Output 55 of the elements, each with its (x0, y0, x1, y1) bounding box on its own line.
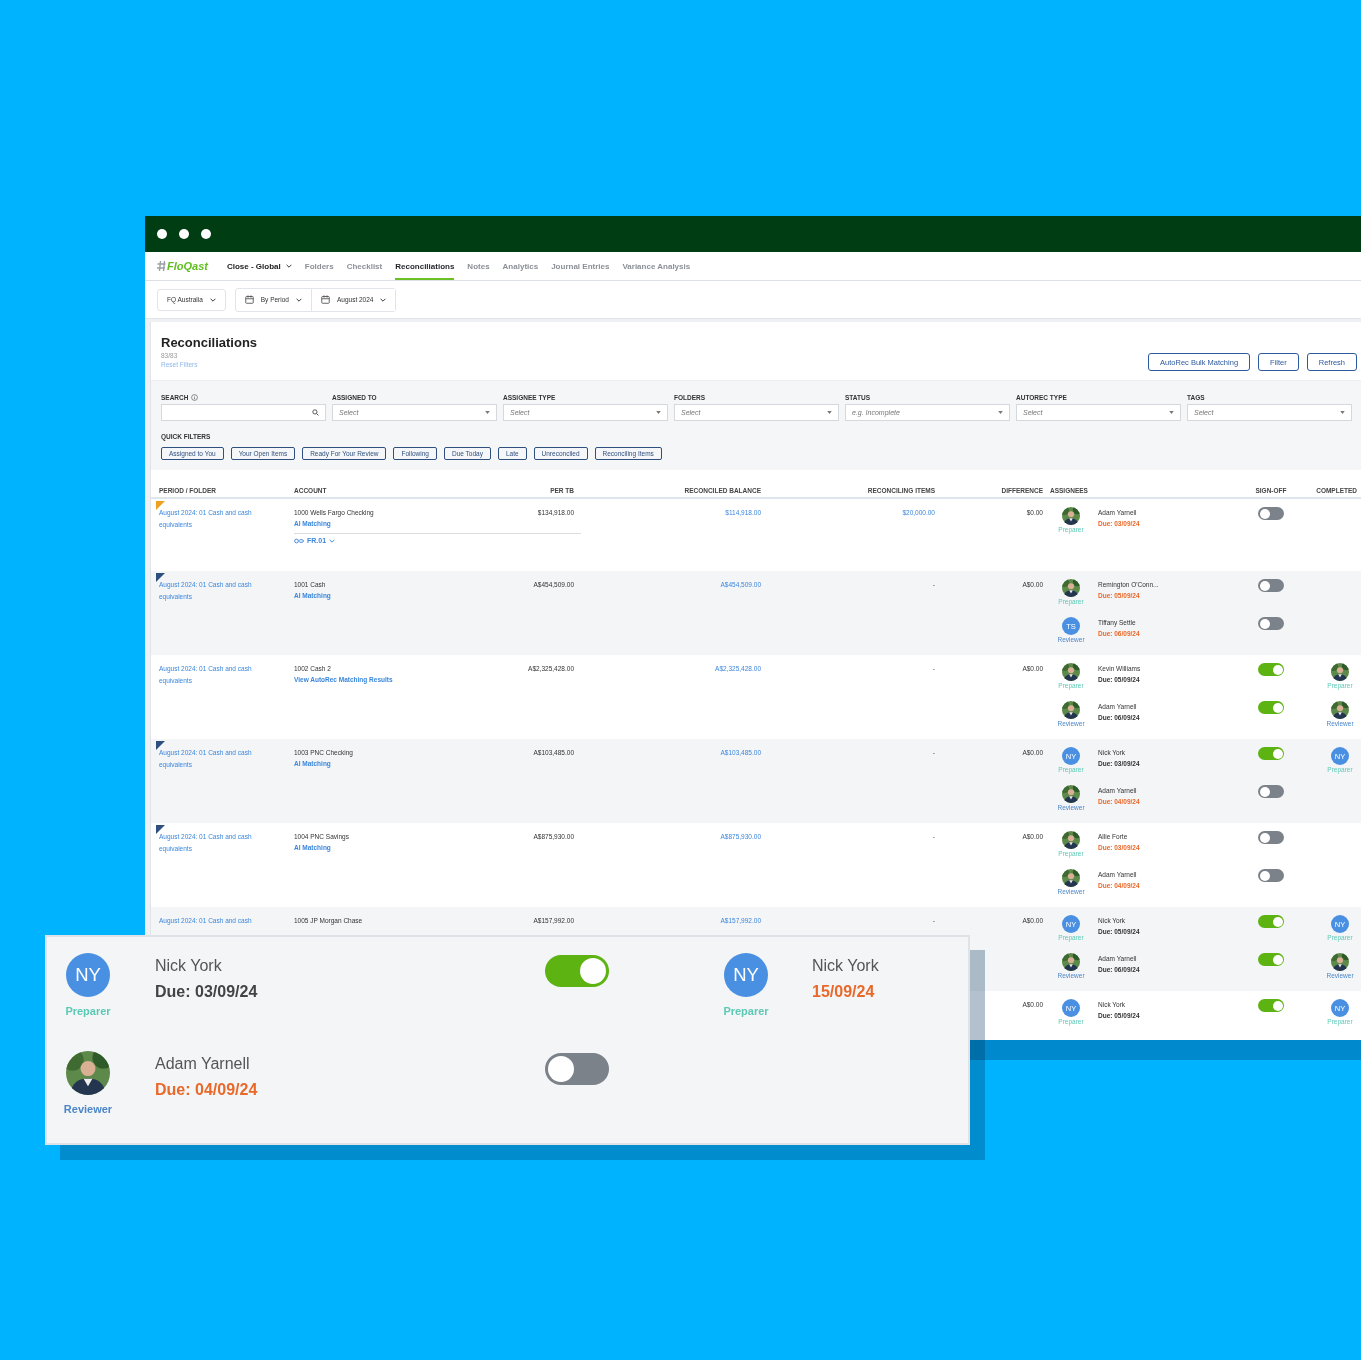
toggle-switch[interactable] (1258, 953, 1284, 966)
toggle-switch[interactable] (1258, 831, 1284, 844)
toggle-switch[interactable] (1258, 701, 1284, 714)
caret-icon (209, 297, 216, 302)
window-button[interactable] (157, 229, 167, 239)
window-button[interactable] (179, 229, 189, 239)
workspace-dropdown[interactable]: Close - Global (226, 252, 292, 280)
dropdown-icon (1169, 411, 1174, 414)
nav-tab[interactable]: Analytics (502, 252, 539, 280)
toggle-switch[interactable] (1258, 869, 1284, 882)
nav-tab[interactable]: Notes (467, 252, 490, 280)
toggle-switch[interactable] (1258, 579, 1284, 592)
toggle-switch[interactable] (1258, 507, 1284, 520)
toggle-switch[interactable] (545, 1053, 609, 1085)
dropdown-icon (827, 411, 832, 414)
caret-icon (295, 297, 302, 302)
hash-icon (157, 260, 166, 272)
toggle-switch[interactable] (1258, 999, 1284, 1012)
caret-icon (285, 264, 292, 268)
role-label: Preparer (65, 1004, 111, 1019)
due-date: Due: 03/09/24 (155, 982, 259, 1002)
nav-tab[interactable]: Journal Entries (551, 252, 610, 280)
role-label: Preparer (723, 1004, 769, 1019)
toggle-switch[interactable] (1258, 785, 1284, 798)
role-label: Reviewer (63, 1102, 113, 1117)
info-icon (191, 393, 199, 401)
initials-avatar: NY (66, 953, 110, 997)
calendar-icon (320, 295, 330, 304)
caret-icon (329, 538, 336, 543)
toggle-switch[interactable] (1258, 663, 1284, 676)
dropdown-icon (1340, 411, 1345, 414)
logo-text: FloQast (167, 260, 208, 272)
initials-avatar: NY (724, 953, 768, 997)
toggle-switch[interactable] (1258, 915, 1284, 928)
dropdown-icon (485, 411, 490, 414)
completed-date: 15/09/24 (812, 982, 876, 1002)
chain-icon (294, 537, 304, 544)
toggle-switch[interactable] (1258, 617, 1284, 630)
search-field[interactable] (161, 404, 326, 421)
toggle-switch[interactable] (545, 955, 609, 987)
nav-tab[interactable]: Folders (304, 252, 334, 280)
due-date: Due: 04/09/24 (155, 1080, 259, 1100)
nav-tab[interactable]: Variance Analysis (622, 252, 691, 280)
caret-icon (380, 297, 387, 302)
assignee-name: Adam Yarnell (155, 1054, 251, 1074)
dropdown-icon (998, 411, 1003, 414)
search-icon (312, 409, 319, 416)
page-title: Reconciliations (161, 335, 258, 350)
toggle-switch[interactable] (1258, 747, 1284, 760)
nav-tab[interactable]: Checklist (346, 252, 383, 280)
window-button[interactable] (201, 229, 211, 239)
calendar-icon (244, 295, 254, 304)
assignee-name: Nick York (812, 956, 880, 976)
dropdown-icon (656, 411, 661, 414)
assignee-name: Nick York (155, 956, 223, 976)
